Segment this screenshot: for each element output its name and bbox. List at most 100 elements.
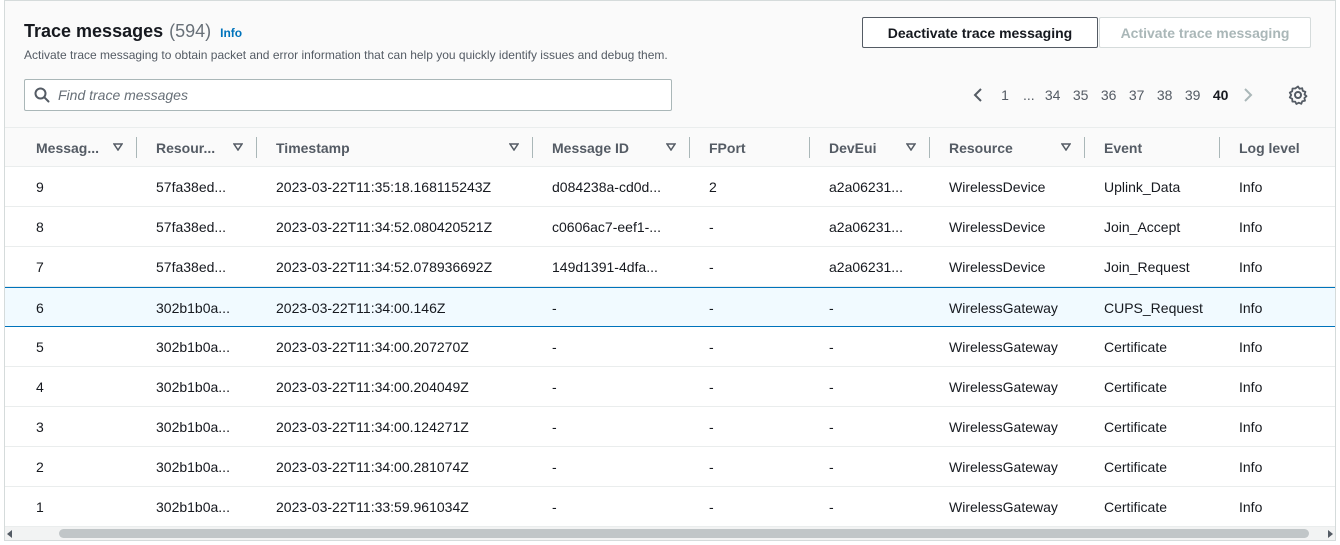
- cell-timestamp: 2023-03-22T11:34:00.281074Z: [276, 458, 469, 475]
- column-header-message-number[interactable]: Messag...: [17, 128, 137, 167]
- table-row[interactable]: 1 302b1b0a... 2023-03-22T11:33:59.961034Z -…: [5, 487, 1335, 527]
- cell-message-id: 149d1391-4dfa...: [552, 258, 658, 275]
- deactivate-trace-button[interactable]: Deactivate trace messaging: [862, 17, 1098, 48]
- scrollbar-thumb[interactable]: [59, 529, 1309, 538]
- cell-message-id: d084238a-cd0d...: [552, 178, 661, 195]
- activate-trace-button[interactable]: Activate trace messaging: [1099, 17, 1311, 48]
- cell-event: Certificate: [1104, 418, 1168, 435]
- cell-fport: 2: [709, 178, 717, 195]
- page-38-button[interactable]: 38: [1151, 87, 1179, 103]
- cell-fport: -: [709, 458, 714, 475]
- cell-resource: WirelessGateway: [949, 378, 1058, 395]
- cell-resource: WirelessDevice: [949, 218, 1046, 235]
- column-header-resource-id[interactable]: Resour...: [137, 128, 257, 167]
- cell-log-level: Info: [1239, 178, 1263, 195]
- cell-event: Join_Request: [1104, 258, 1190, 275]
- gear-icon[interactable]: [1288, 85, 1308, 105]
- cell-timestamp: 2023-03-22T11:33:59.961034Z: [276, 498, 469, 515]
- pagination-ellipsis: ...: [1023, 87, 1035, 103]
- cell-log-level: Info: [1239, 458, 1263, 475]
- cell-timestamp: 2023-03-22T11:34:00.207270Z: [276, 338, 469, 355]
- cell-event: Certificate: [1104, 338, 1168, 355]
- cell-resource-id: 302b1b0a...: [156, 378, 230, 395]
- cell-message-number: 7: [36, 258, 44, 275]
- page-36-button[interactable]: 36: [1095, 87, 1123, 103]
- cell-timestamp: 2023-03-22T11:34:00.124271Z: [276, 418, 469, 435]
- cell-log-level: Info: [1239, 299, 1263, 316]
- cell-deveui: a2a06231...: [829, 178, 903, 195]
- table-row[interactable]: 3 302b1b0a... 2023-03-22T11:34:00.124271Z -…: [5, 407, 1335, 447]
- cell-log-level: Info: [1239, 498, 1263, 515]
- cell-message-number: 8: [36, 218, 44, 235]
- page-35-button[interactable]: 35: [1067, 87, 1095, 103]
- cell-resource-id: 57fa38ed...: [156, 258, 227, 275]
- cell-resource: WirelessGateway: [949, 299, 1058, 316]
- previous-page-button[interactable]: [965, 83, 991, 107]
- sort-caret-down-icon: [906, 143, 916, 151]
- table-row[interactable]: 5 302b1b0a... 2023-03-22T11:34:00.207270Z -…: [5, 327, 1335, 367]
- column-header-timestamp[interactable]: Timestamp: [257, 128, 533, 167]
- cell-resource-id: 57fa38ed...: [156, 178, 227, 195]
- cell-log-level: Info: [1239, 378, 1263, 395]
- cell-message-number: 1: [36, 498, 44, 515]
- next-page-button[interactable]: [1235, 83, 1261, 107]
- cell-resource: WirelessGateway: [949, 418, 1058, 435]
- cell-resource: WirelessDevice: [949, 258, 1046, 275]
- cell-resource-id: 302b1b0a...: [156, 299, 230, 316]
- search-input[interactable]: [58, 87, 638, 103]
- cell-message-id: -: [552, 418, 557, 435]
- cell-message-id: -: [552, 498, 557, 515]
- cell-deveui: -: [829, 498, 834, 515]
- sort-caret-down-icon: [113, 143, 123, 151]
- column-header-log-level[interactable]: Log level: [1220, 128, 1335, 167]
- trace-messages-panel: Trace messages (594) Info Activate trace…: [4, 0, 1336, 541]
- scroll-left-arrow-icon[interactable]: [7, 530, 12, 538]
- cell-deveui: -: [829, 458, 834, 475]
- cell-deveui: -: [829, 418, 834, 435]
- table-row[interactable]: 9 57fa38ed... 2023-03-22T11:35:18.16811524…: [5, 167, 1335, 207]
- title-row: Trace messages (594) Info: [24, 21, 242, 42]
- column-header-event[interactable]: Event: [1085, 128, 1220, 167]
- cell-timestamp: 2023-03-22T11:34:00.204049Z: [276, 378, 469, 395]
- table-row[interactable]: 8 57fa38ed... 2023-03-22T11:34:52.08042052…: [5, 207, 1335, 247]
- column-header-deveui[interactable]: DevEui: [810, 128, 930, 167]
- cell-resource-id: 302b1b0a...: [156, 498, 230, 515]
- table-row[interactable]: 7 57fa38ed... 2023-03-22T11:34:52.07893669…: [5, 247, 1335, 287]
- cell-message-id: -: [552, 458, 557, 475]
- pagination: 1 ... 34 35 36 37 38 39 40: [965, 83, 1261, 107]
- cell-message-number: 5: [36, 338, 44, 355]
- page-39-button[interactable]: 39: [1179, 87, 1207, 103]
- scroll-right-arrow-icon[interactable]: [1328, 530, 1333, 538]
- sort-caret-down-icon: [666, 143, 676, 151]
- cell-fport: -: [709, 218, 714, 235]
- table-row[interactable]: 6 302b1b0a... 2023-03-22T11:34:00.146Z - - - W…: [5, 287, 1335, 327]
- search-icon: [34, 87, 50, 103]
- chevron-left-icon: [973, 88, 982, 102]
- cell-message-number: 4: [36, 378, 44, 395]
- cell-event: Certificate: [1104, 458, 1168, 475]
- page-title: Trace messages: [24, 21, 164, 41]
- cell-deveui: -: [829, 378, 834, 395]
- column-header-message-id[interactable]: Message ID: [533, 128, 690, 167]
- cell-deveui: a2a06231...: [829, 258, 903, 275]
- column-header-fport[interactable]: FPort: [690, 128, 810, 167]
- cell-log-level: Info: [1239, 338, 1263, 355]
- cell-message-number: 2: [36, 458, 44, 475]
- page-40-button[interactable]: 40: [1207, 87, 1235, 103]
- page-37-button[interactable]: 37: [1123, 87, 1151, 103]
- table-row[interactable]: 4 302b1b0a... 2023-03-22T11:34:00.204049Z -…: [5, 367, 1335, 407]
- search-box[interactable]: [24, 79, 672, 111]
- horizontal-scrollbar[interactable]: [5, 527, 1335, 540]
- cell-resource-id: 302b1b0a...: [156, 458, 230, 475]
- table-row[interactable]: 2 302b1b0a... 2023-03-22T11:34:00.281074Z -…: [5, 447, 1335, 487]
- page-1-button[interactable]: 1: [991, 87, 1019, 103]
- cell-message-number: 3: [36, 418, 44, 435]
- page-34-button[interactable]: 34: [1039, 87, 1067, 103]
- column-header-resource[interactable]: Resource: [930, 128, 1085, 167]
- cell-fport: -: [709, 418, 714, 435]
- cell-event: Uplink_Data: [1104, 178, 1181, 195]
- cell-message-id: -: [552, 299, 557, 316]
- info-link[interactable]: Info: [220, 26, 242, 40]
- cell-timestamp: 2023-03-22T11:34:00.146Z: [276, 299, 446, 316]
- cell-log-level: Info: [1239, 418, 1263, 435]
